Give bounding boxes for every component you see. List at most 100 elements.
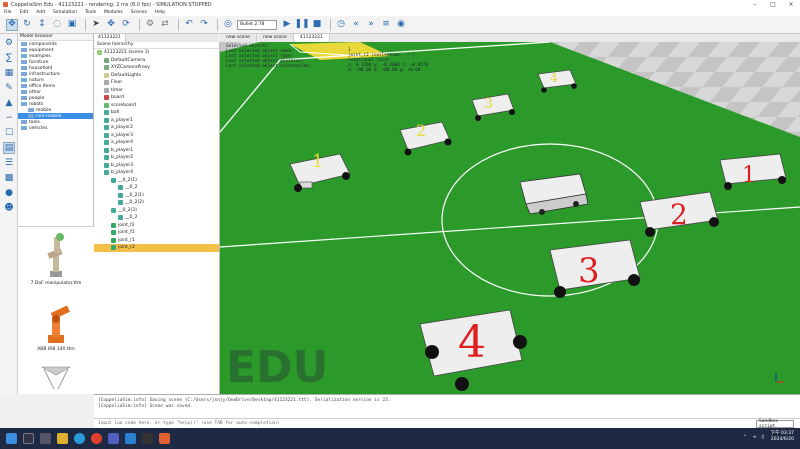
scene-object-item[interactable]: a_player4 [94, 139, 219, 147]
physics-engine-select[interactable]: Bullet 2.78 [237, 19, 277, 30]
model-folder-item[interactable]: vehicles [18, 125, 93, 131]
model-thumbnail[interactable]: 7 DoF manipulator.ttm [18, 231, 94, 286]
menu-simulation[interactable]: Simulation [53, 10, 77, 15]
sandbox-script-select[interactable]: Sandbox script [756, 419, 794, 429]
scripts-icon[interactable]: ✎ [3, 82, 15, 94]
user-settings-icon[interactable]: ☻ [3, 202, 15, 214]
lua-command-input[interactable]: Input lua code here, or type "help()" (u… [94, 418, 800, 429]
scene-object-label: board [111, 95, 124, 101]
slower-icon[interactable]: « [350, 19, 362, 31]
volume-icon[interactable]: ♫ [761, 435, 765, 440]
close-icon[interactable]: × [782, 0, 800, 9]
shape-edit-icon[interactable]: ▲ [3, 97, 15, 109]
tab-scene[interactable]: 41123221 [94, 34, 126, 42]
camera-rotate-icon[interactable]: ↻ [21, 19, 33, 31]
tab-view[interactable]: new scene [220, 34, 257, 42]
pause-simulation-icon[interactable]: ❚❚ [294, 19, 309, 31]
vscode-icon[interactable] [125, 433, 136, 444]
camera-pan-icon[interactable]: ✥ [6, 18, 18, 31]
wifi-icon[interactable]: ≈ [753, 435, 757, 440]
scene-object-item[interactable]: __0_2(1) [94, 177, 219, 185]
scene-object-item[interactable]: joint_f1 [94, 229, 219, 237]
scene-object-item[interactable]: __0_2(3) [94, 207, 219, 215]
menu-edit[interactable]: Edit [20, 10, 29, 15]
scene-object-item[interactable]: timer [94, 87, 219, 95]
tray-chevron-icon[interactable]: ⌃ [743, 435, 747, 440]
click-select-icon[interactable]: ➤ [90, 19, 102, 31]
menu-tools[interactable]: Tools [85, 10, 96, 15]
scene-object-item[interactable]: ball [94, 109, 219, 117]
tab-view[interactable]: 41123221 [293, 34, 330, 42]
terminal-icon[interactable] [142, 433, 153, 444]
undo-icon[interactable]: ↶ [183, 19, 195, 31]
scene-object-item[interactable]: Floor [94, 79, 219, 87]
edge-icon[interactable] [74, 433, 85, 444]
scene-hierarchy-icon[interactable]: ☰ [3, 157, 15, 169]
scene-object-item[interactable]: XYZCameraProxy [94, 64, 219, 72]
menu-add[interactable]: Add [36, 10, 45, 15]
scene-object-item[interactable]: b_player1 [94, 147, 219, 155]
scene-object-item[interactable]: a_player2 [94, 124, 219, 132]
minimize-icon[interactable]: – [746, 0, 764, 9]
collections-icon[interactable]: ▦ [3, 67, 15, 79]
dynamics-toggle-icon[interactable]: ◎ [222, 19, 234, 31]
store-icon[interactable] [108, 433, 119, 444]
fit-to-view-icon[interactable]: ▣ [66, 19, 78, 31]
start-simulation-icon[interactable]: ▶ [281, 19, 293, 31]
search-icon[interactable] [23, 433, 34, 444]
model-thumbnail[interactable]: ABB IRB 140.ttm [18, 297, 94, 352]
scene-object-item[interactable]: 41123221 (scene 3) [94, 49, 219, 57]
assemble-icon[interactable]: ⚙ [144, 19, 156, 31]
task-view-icon[interactable] [40, 433, 51, 444]
scene-object-item[interactable]: b_player3 [94, 162, 219, 170]
faster-icon[interactable]: » [365, 19, 377, 31]
scene-object-item[interactable]: __0_2(1) [94, 192, 219, 200]
object-type-icon [104, 80, 109, 86]
scene-object-item[interactable]: DefaultLights [94, 72, 219, 80]
model-browser-icon[interactable]: ▤ [3, 142, 15, 154]
transfer-dna-icon[interactable]: ⇄ [159, 19, 171, 31]
folder-icon [21, 90, 27, 94]
redo-icon[interactable]: ↷ [198, 19, 210, 31]
start-icon[interactable] [6, 433, 17, 444]
scene-object-item[interactable]: scoreboard [94, 102, 219, 110]
tab-view[interactable]: new scene [257, 34, 294, 42]
scene-object-item[interactable]: b_player2 [94, 154, 219, 162]
clock[interactable]: 下午 03:37 2024/6/20 [771, 431, 794, 443]
visualization-toggle-icon[interactable]: ◉ [395, 19, 407, 31]
coppeliasim-icon[interactable] [159, 433, 170, 444]
scene-object-item[interactable]: board [94, 94, 219, 102]
scene-object-item[interactable]: joint_r2 [94, 244, 219, 252]
video-recorder-icon[interactable]: ● [3, 187, 15, 199]
scene-object-item[interactable]: __0_2 [94, 214, 219, 222]
scene-object-item[interactable]: joint_r1 [94, 237, 219, 245]
scene-viewport[interactable]: 1 2 3 4 1 2 3 4 Selected objects: Last s… [220, 42, 800, 394]
path-edit-icon[interactable]: ∽ [3, 112, 15, 124]
camera-shift-icon[interactable]: ↕ [36, 19, 48, 31]
chrome-icon[interactable] [91, 433, 102, 444]
menu-help[interactable]: Help [155, 10, 165, 15]
scene-object-item[interactable]: DefaultCamera [94, 57, 219, 65]
selection-icon[interactable]: ☐ [3, 127, 15, 139]
scene-object-item[interactable]: b_player4 [94, 169, 219, 177]
properties-icon[interactable]: ⚙ [3, 37, 15, 49]
camera-angle-icon[interactable]: ◌ [51, 19, 63, 31]
scene-object-item[interactable]: __0_2(2) [94, 199, 219, 207]
menu-modules[interactable]: Modules [104, 10, 123, 15]
layers-icon[interactable]: ▩ [3, 172, 15, 184]
file-explorer-icon[interactable] [57, 433, 68, 444]
menu-scenes[interactable]: Scenes [131, 10, 147, 15]
object-rotate-icon[interactable]: ⟳ [120, 19, 132, 31]
calc-modules-icon[interactable]: ∑ [3, 52, 15, 64]
scene-object-item[interactable]: a_player3 [94, 132, 219, 140]
menu-file[interactable]: File [4, 10, 12, 15]
model-thumbnail[interactable] [18, 363, 94, 395]
real-time-icon[interactable]: ◷ [335, 19, 347, 31]
stop-simulation-icon[interactable]: ■ [311, 19, 323, 31]
scene-object-item[interactable]: __0_2 [94, 184, 219, 192]
scene-object-item[interactable]: a_player1 [94, 117, 219, 125]
scene-object-item[interactable]: joint_f2 [94, 222, 219, 230]
object-shift-icon[interactable]: ✥ [105, 19, 117, 31]
thread-icon[interactable]: ≡ [380, 19, 392, 31]
maximize-icon[interactable]: □ [764, 0, 782, 9]
